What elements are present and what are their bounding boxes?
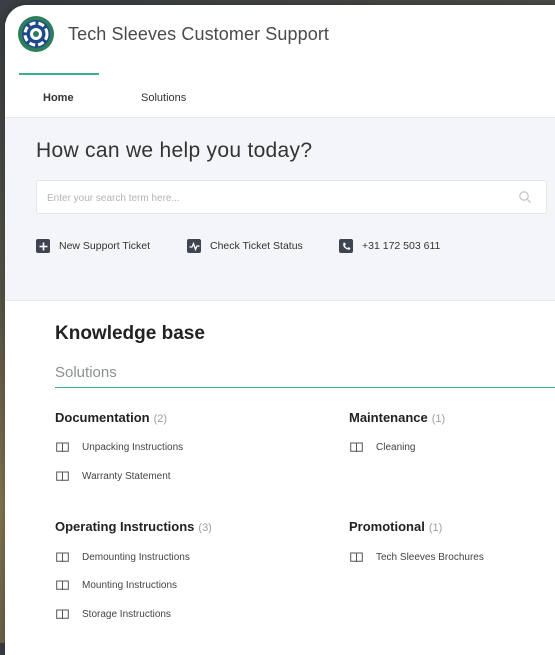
category-promotional[interactable]: Promotional (1) [349,519,442,534]
new-support-ticket-label: New Support Ticket [59,240,151,252]
plus-icon [36,239,50,253]
support-portal-window: Tech Sleeves Customer Support Home Solut… [5,5,555,655]
knowledge-base-title: Knowledge base [55,323,205,344]
article-title: Cleaning [376,442,416,453]
section-divider [55,387,555,388]
nav-tabs: Home Solutions [5,69,555,118]
article-link[interactable]: Demounting Instructions [56,552,190,563]
category-name: Maintenance [349,410,428,425]
tech-sleeves-logo-icon [18,16,54,52]
phone-contact-link[interactable]: +31 172 503 611 [339,236,440,256]
category-count: (1) [428,522,443,534]
new-support-ticket-button[interactable]: New Support Ticket [36,236,150,256]
tab-home[interactable]: Home [19,69,99,117]
check-ticket-status-button[interactable]: Check Ticket Status [187,236,303,256]
book-icon [56,609,69,620]
article-link[interactable]: Mounting Instructions [56,580,177,591]
category-name: Operating Instructions [55,519,195,534]
activity-icon [187,239,201,253]
category-count: (2) [153,413,168,425]
tab-solutions[interactable]: Solutions [141,69,186,117]
category-operating-instructions[interactable]: Operating Instructions (3) [55,519,212,534]
article-link[interactable]: Cleaning [350,442,415,453]
book-icon [350,552,363,563]
category-maintenance[interactable]: Maintenance (1) [349,410,445,425]
book-icon [56,552,69,563]
article-title: Mounting Instructions [82,580,178,591]
search-box [36,180,547,215]
phone-number: +31 172 503 611 [362,240,441,252]
search-input[interactable] [45,181,509,215]
search-icon[interactable] [518,190,532,204]
article-link[interactable]: Warranty Statement [56,471,171,482]
hero-title: How can we help you today? [36,139,313,162]
article-link[interactable]: Storage Instructions [56,609,171,620]
article-link[interactable]: Tech Sleeves Brochures [350,552,484,563]
book-icon [56,471,69,482]
app-title: Tech Sleeves Customer Support [68,24,330,44]
category-documentation[interactable]: Documentation (2) [55,410,167,425]
book-icon [56,442,69,453]
article-title: Tech Sleeves Brochures [376,552,484,563]
category-name: Promotional [349,519,425,534]
phone-icon [339,239,353,253]
article-title: Storage Instructions [82,609,171,620]
category-count: (3) [198,522,212,534]
article-title: Unpacking Instructions [82,442,184,453]
category-count: (1) [431,413,446,425]
book-icon [56,580,69,591]
hero-section: How can we help you today? New Support T… [5,118,555,300]
check-ticket-status-label: Check Ticket Status [210,240,303,252]
category-name: Documentation [55,410,150,425]
book-icon [350,442,363,453]
article-link[interactable]: Unpacking Instructions [56,442,183,453]
knowledge-base-subtitle: Solutions [55,364,117,381]
article-title: Demounting Instructions [82,552,190,563]
top-header: Tech Sleeves Customer Support [5,5,555,63]
knowledge-base-section: Knowledge base Solutions Documentation (2… [5,300,555,655]
article-title: Warranty Statement [82,471,171,482]
